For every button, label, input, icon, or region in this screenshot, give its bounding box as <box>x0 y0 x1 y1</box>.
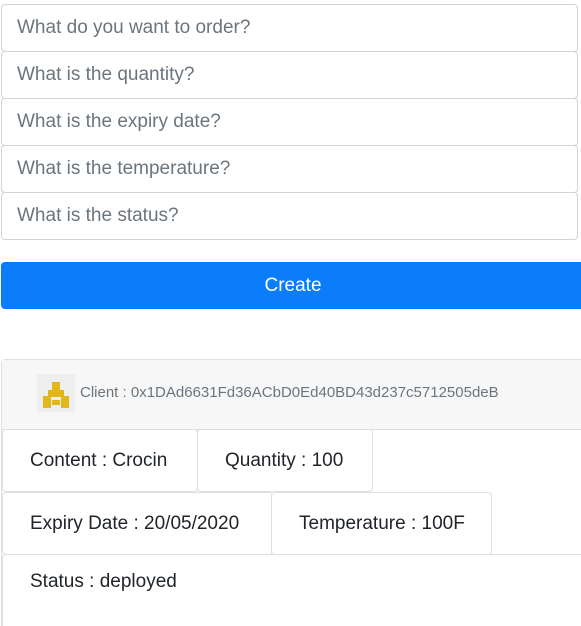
status-field: Status : deployed <box>2 554 581 626</box>
identicon-icon <box>37 374 75 412</box>
client-address: Client : 0x1DAd6631Fd36ACbD0Ed40BD43d237… <box>80 384 499 401</box>
status-input[interactable] <box>1 192 578 240</box>
expiry-date-input[interactable] <box>1 98 578 146</box>
card-header: Client : 0x1DAd6631Fd36ACbD0Ed40BD43d237… <box>2 360 581 430</box>
order-input[interactable] <box>1 4 578 52</box>
temperature-field: Temperature : 100F <box>271 492 492 555</box>
quantity-field: Quantity : 100 <box>197 429 373 492</box>
temperature-input[interactable] <box>1 145 578 193</box>
content-field: Content : Crocin <box>2 429 198 492</box>
identicon-graphic <box>37 374 75 412</box>
create-button[interactable]: Create <box>1 262 581 309</box>
create-order-form <box>1 4 578 240</box>
expiry-date-field: Expiry Date : 20/05/2020 <box>2 492 273 555</box>
order-card: Client : 0x1DAd6631Fd36ACbD0Ed40BD43d237… <box>1 359 581 626</box>
quantity-input[interactable] <box>1 51 578 99</box>
order-page: Create Client : 0x1DAd6631Fd36ACbD0Ed40B… <box>0 0 581 626</box>
